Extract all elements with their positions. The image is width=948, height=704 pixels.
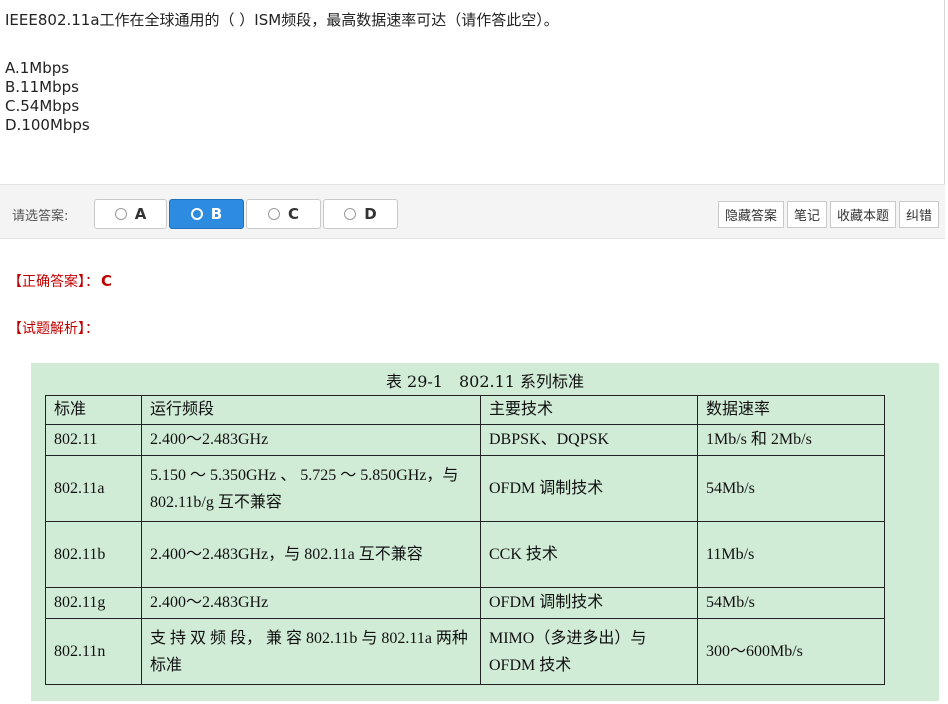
option-c: C.54Mbps [5,97,80,115]
option-a: A.1Mbps [5,59,70,77]
table-cell: 300～600Mb/s [697,618,885,685]
table-cell: MIMO（多进多出）与 OFDM 技术 [480,618,698,685]
table-cell: OFDM 调制技术 [480,587,698,619]
answer-bar: 请选答案: A B C D 隐藏答案 笔记 收藏本题 纠错 [0,184,945,239]
table-cell: 802.11g [45,587,142,619]
table-cell: 802.11b [45,521,142,588]
notes-button[interactable]: 笔记 [786,201,827,228]
option-b: B.11Mbps [5,78,79,96]
radio-icon [344,208,357,220]
table-cell: 5.150 ～ 5.350GHz 、 5.725 ～ 5.850GHz，与 80… [141,455,481,522]
table-cell: 1Mb/s 和 2Mb/s [697,424,885,456]
table-cell: 802.11a [45,455,142,522]
table-cell: CCK 技术 [480,521,698,588]
header-cell: 主要技术 [480,395,698,425]
table-cell: 802.11 [45,424,142,456]
table-cell: 支 持 双 频 段， 兼 容 802.11b 与 802.11a 两种标准 [141,618,481,685]
radio-icon [114,208,127,220]
table-cell: 802.11n [45,618,142,685]
radio-icon [267,208,280,220]
choice-group: A B C D [94,199,400,229]
table-cell: 54Mb/s [697,587,885,619]
choice-c-label: C [287,205,299,223]
choice-b-label: B [210,205,223,223]
favorite-button[interactable]: 收藏本题 [829,201,896,228]
hide-answer-button[interactable]: 隐藏答案 [717,201,784,228]
correct-answer-value: C [101,272,113,290]
table-cell: 2.400～2.483GHz，与 802.11a 互不兼容 [141,521,481,588]
table-cell: 11Mb/s [697,521,885,588]
header-cell: 数据速率 [697,395,885,425]
header-cell: 运行频段 [141,395,481,425]
standards-table-image: 表 29-1 802.11 系列标准 标准 运行频段 主要技术 数据速率 802… [31,363,939,701]
analysis-label: 【试题解析】： [8,321,99,337]
table-header-row: 标准 运行频段 主要技术 数据速率 [45,395,885,425]
choice-d-button[interactable]: D [323,199,398,229]
question-panel: IEEE802.11a工作在全球通用的（ ）ISM频段，最高数据速率可达（请作答… [0,0,945,184]
table-cell: 54Mb/s [697,455,885,522]
table-cell: 2.400～2.483GHz [141,424,481,456]
options-list: A.1Mbps B.11Mbps C.54Mbps D.100Mbps [5,59,90,135]
table-cell: OFDM 调制技术 [480,455,698,522]
table-row: 802.11a 5.150 ～ 5.350GHz 、 5.725 ～ 5.850… [45,455,885,522]
question-text: IEEE802.11a工作在全球通用的（ ）ISM频段，最高数据速率可达（请作答… [5,11,559,29]
radio-selected-icon [190,208,203,220]
table-row: 802.11g 2.400～2.483GHz OFDM 调制技术 54Mb/s [45,587,885,619]
table-cell: 2.400～2.483GHz [141,587,481,619]
answer-label: 请选答案: [12,209,69,224]
option-d: D.100Mbps [5,116,90,134]
choice-d-label: D [364,205,377,223]
choice-a-button[interactable]: A [94,199,167,229]
choice-c-button[interactable]: C [246,199,321,229]
correct-answer: 【正确答案】： C [8,271,112,291]
standards-table: 标准 运行频段 主要技术 数据速率 802.11 2.400～2.483GHz … [45,395,885,685]
table-caption: 表 29-1 802.11 系列标准 [385,372,585,391]
report-error-button[interactable]: 纠错 [898,201,939,228]
correct-answer-label: 【正确答案】： [8,274,99,290]
choice-a-label: A [134,205,147,223]
table-cell: DBPSK、DQPSK [480,424,698,456]
tool-buttons: 隐藏答案 笔记 收藏本题 纠错 [715,201,939,228]
choice-b-button[interactable]: B [169,199,244,229]
table-row: 802.11b 2.400～2.483GHz，与 802.11a 互不兼容 CC… [45,521,885,588]
table-row: 802.11 2.400～2.483GHz DBPSK、DQPSK 1Mb/s … [45,424,885,456]
table-row: 802.11n 支 持 双 频 段， 兼 容 802.11b 与 802.11a… [45,618,885,685]
header-cell: 标准 [45,395,142,425]
